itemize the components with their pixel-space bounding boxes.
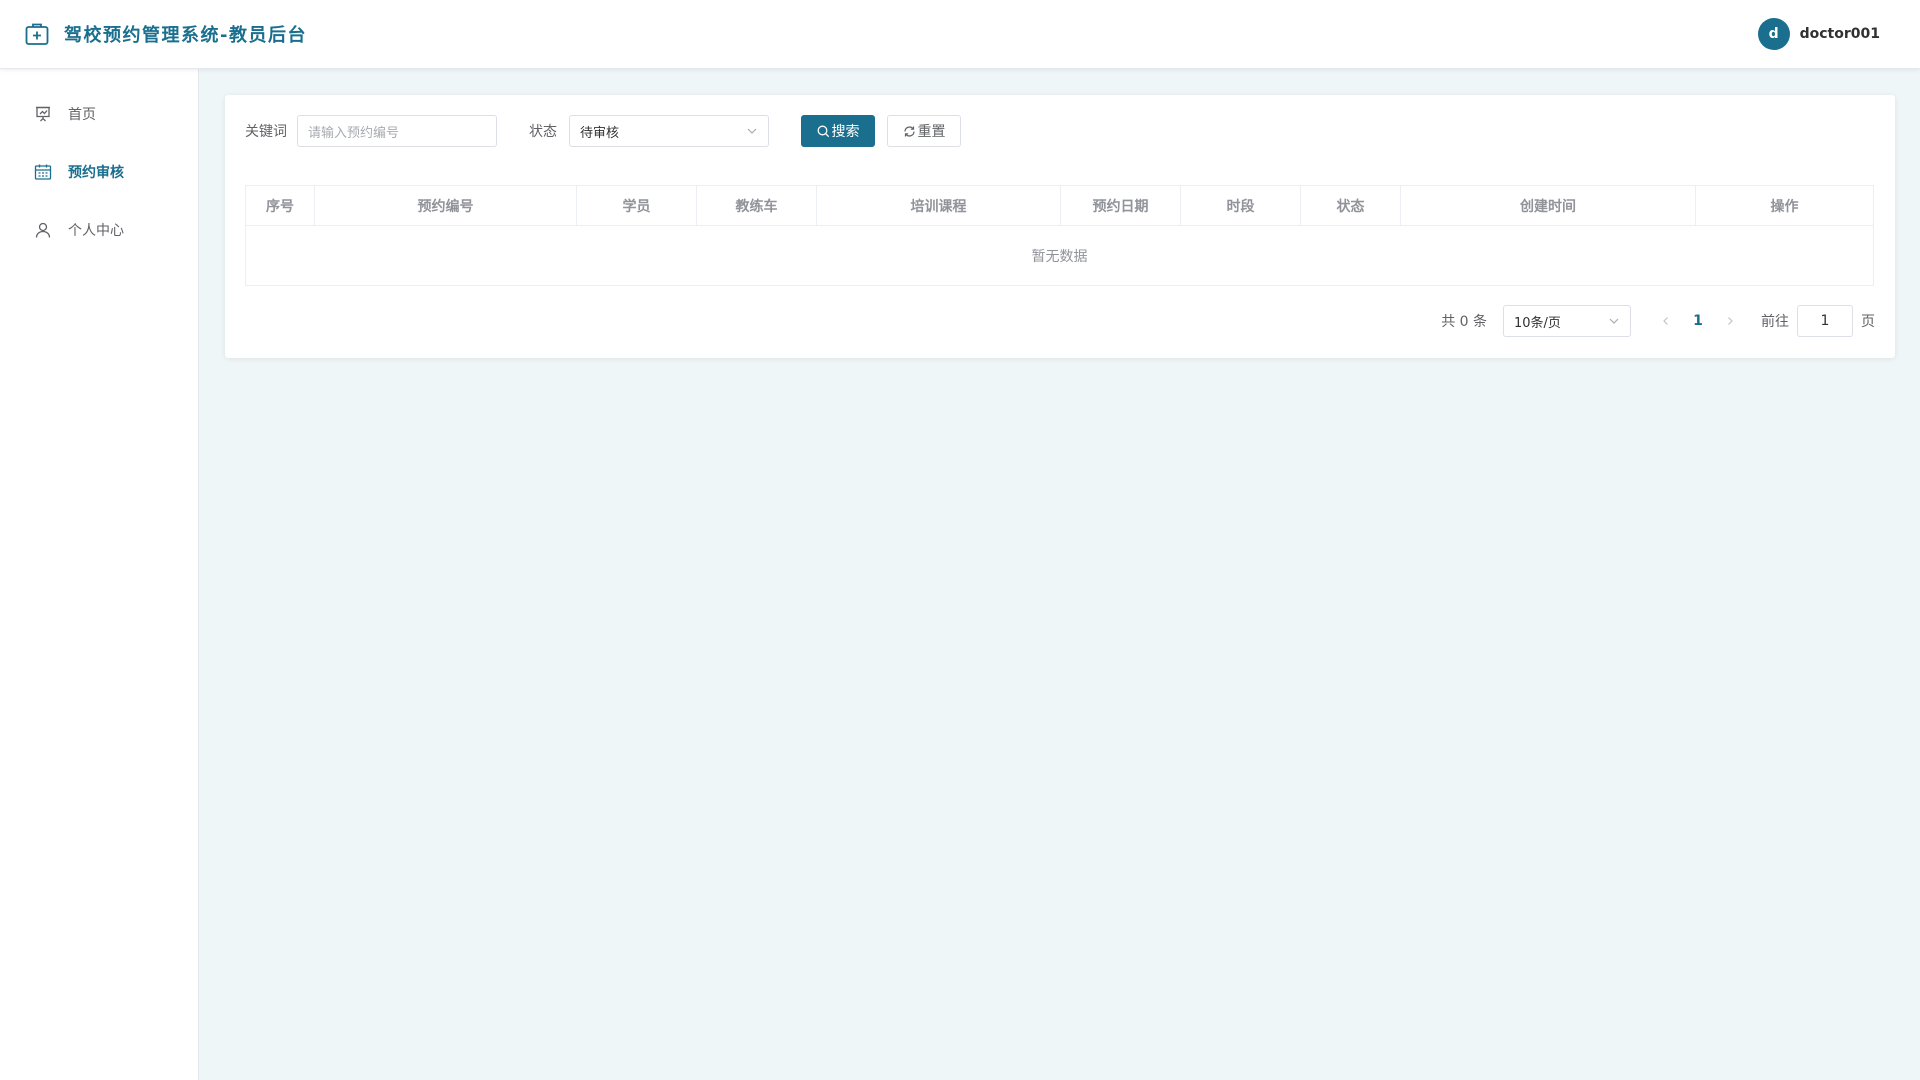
column-header-student: 学员 <box>577 186 697 225</box>
chevron-down-icon <box>1608 315 1620 327</box>
reset-button-label: 重置 <box>917 124 946 140</box>
search-button-label: 搜索 <box>831 124 860 140</box>
column-header-course: 培训课程 <box>817 186 1061 225</box>
avatar[interactable]: d <box>1757 18 1790 50</box>
app-title: 驾校预约管理系统-教员后台 <box>64 25 307 46</box>
search-icon <box>817 125 830 138</box>
sidebar: 首页 预约审核 个人中心 <box>0 69 199 1080</box>
user-icon <box>34 221 52 239</box>
sidebar-item-label: 个人中心 <box>68 223 124 239</box>
calendar-icon <box>34 163 52 181</box>
reset-button[interactable]: 重置 <box>887 115 961 147</box>
presentation-board-icon <box>34 105 52 123</box>
column-header-actions: 操作 <box>1770 198 1799 215</box>
sidebar-item-label: 首页 <box>68 107 96 123</box>
sidebar-item-label: 预约审核 <box>68 165 124 181</box>
prev-page-button[interactable] <box>1651 305 1681 337</box>
sidebar-item-appointment-review[interactable]: 预约审核 <box>0 143 198 201</box>
column-header-appointment-no: 预约编号 <box>315 186 577 225</box>
column-header-date: 预约日期 <box>1061 186 1181 225</box>
keyword-label: 关键词 <box>245 124 287 140</box>
column-header-status: 状态 <box>1301 186 1401 225</box>
column-header-index: 序号 <box>246 186 315 225</box>
chevron-left-icon <box>1663 317 1668 325</box>
sidebar-item-home[interactable]: 首页 <box>0 85 198 143</box>
column-header-created-at: 创建时间 <box>1401 186 1696 225</box>
goto-label: 前往 <box>1761 314 1789 330</box>
status-label: 状态 <box>529 124 557 140</box>
table-empty-state: 暂无数据 <box>1031 248 1088 265</box>
medical-kit-icon <box>24 21 50 47</box>
next-page-button[interactable] <box>1715 305 1745 337</box>
refresh-icon <box>903 125 916 138</box>
page-number-current[interactable]: 1 <box>1681 305 1715 337</box>
page-suffix: 页 <box>1861 314 1875 330</box>
sidebar-item-profile[interactable]: 个人中心 <box>0 201 198 259</box>
status-select-value: 待审核 <box>580 125 620 141</box>
appointments-table: 序号 预约编号 学员 教练车 培训课程 预约日期 时段 状态 创建时间 操作 暂… <box>245 185 1874 286</box>
chevron-right-icon <box>1728 317 1733 325</box>
status-select[interactable]: 待审核 <box>569 115 769 147</box>
username[interactable]: doctor001 <box>1800 26 1880 42</box>
brand: 驾校预约管理系统-教员后台 <box>24 21 307 47</box>
table-header: 序号 预约编号 学员 教练车 培训课程 预约日期 时段 状态 创建时间 操作 <box>246 186 1873 226</box>
pagination-total: 共 0 条 <box>1441 314 1487 330</box>
page-size-value: 10条/页 <box>1514 315 1561 331</box>
keyword-input[interactable]: 请输入预约编号 <box>297 115 497 147</box>
column-header-coach-car: 教练车 <box>697 186 817 225</box>
user-menu[interactable]: d doctor001 <box>1757 18 1880 50</box>
column-header-time-slot: 时段 <box>1181 186 1301 225</box>
filter-toolbar: 关键词 请输入预约编号 状态 待审核 搜索 重置 <box>245 115 961 147</box>
chevron-down-icon <box>746 125 758 137</box>
page-size-select[interactable]: 10条/页 <box>1503 305 1631 337</box>
main-card: 关键词 请输入预约编号 状态 待审核 搜索 重置 序号 预约编号 学员 教练车 … <box>225 95 1895 358</box>
pagination: 共 0 条 10条/页 1 前往 1 页 <box>1441 305 1875 337</box>
top-header: 驾校预约管理系统-教员后台 d doctor001 <box>0 0 1920 69</box>
search-button[interactable]: 搜索 <box>801 115 875 147</box>
goto-page-input[interactable]: 1 <box>1797 305 1853 337</box>
keyword-placeholder: 请输入预约编号 <box>308 125 400 141</box>
